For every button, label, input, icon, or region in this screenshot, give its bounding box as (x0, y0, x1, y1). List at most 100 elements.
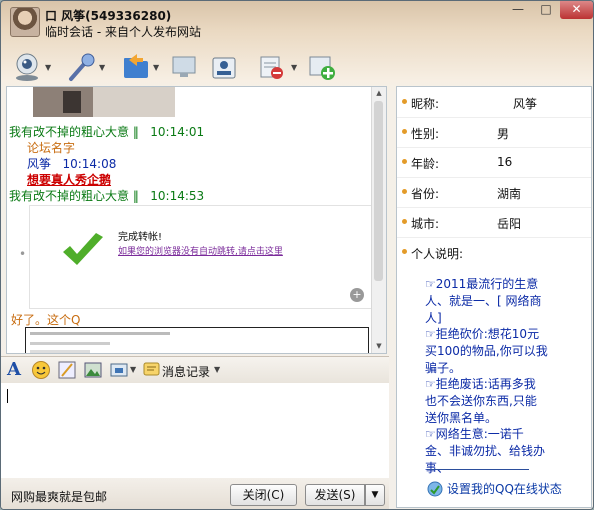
voice-call-button[interactable] (67, 51, 97, 83)
send-button[interactable]: 发送(S) (305, 484, 365, 506)
chat-scrollbar[interactable]: ▲ ▼ (371, 87, 386, 353)
field-value: 风筝 (513, 97, 538, 111)
bullet-icon (402, 129, 407, 134)
chevron-down-icon[interactable]: ▼ (214, 365, 220, 374)
description-line: 骗子。 (425, 361, 462, 375)
field-value: 男 (497, 127, 510, 141)
add-app-button[interactable] (307, 51, 337, 83)
bullet-icon: • (19, 247, 27, 261)
qq-chat-window: 口 风筝(549336280) 临时会话 - 来自个人发布网站 — □ ✕ ▼ … (0, 0, 594, 510)
scrollbar-thumb[interactable] (374, 101, 383, 281)
checkmark-icon (63, 233, 103, 265)
magic-pen-icon[interactable] (57, 360, 77, 380)
description-line: ☞网络生意:一诺千 (425, 427, 524, 441)
bullet-icon (402, 249, 407, 254)
contact-name: 口 风筝(549336280) (45, 9, 172, 23)
chevron-down-icon[interactable]: ▼ (45, 63, 51, 72)
sender-name: 我有改不掉的粗心大意 ‖ (9, 125, 139, 139)
text-cursor (7, 389, 8, 403)
close-button[interactable]: 关闭(C) (230, 484, 297, 506)
chevron-down-icon[interactable]: ▼ (130, 365, 136, 374)
sender-name: 我有改不掉的粗心大意 ‖ (9, 189, 139, 203)
application-button[interactable] (209, 51, 239, 83)
field-label: 昵称: (411, 97, 440, 111)
message-text: 想要真人秀企鹅 (27, 173, 112, 187)
close-window-button[interactable]: ✕ (560, 1, 593, 19)
webcam-icon (16, 53, 38, 81)
video-call-button[interactable] (13, 51, 43, 83)
chevron-down-icon[interactable]: ▼ (153, 63, 159, 72)
set-qq-status-link[interactable]: 设置我的QQ在线状态 (447, 480, 562, 497)
scroll-down-icon[interactable]: ▼ (372, 340, 386, 353)
message-input[interactable] (1, 383, 389, 478)
zoom-in-icon[interactable]: + (350, 288, 364, 302)
description-line: 也不会送你东西,只能 (425, 394, 537, 408)
field-value: 岳阳 (497, 217, 522, 231)
ad-link[interactable]: 网购最爽就是包邮 (11, 488, 107, 505)
profile-row-gender: 性别: 男 (397, 117, 591, 148)
message-header: 我有改不掉的粗心大意 ‖ 10:14:53 (9, 187, 204, 204)
monitor-icon (172, 56, 196, 77)
profile-row-description: 个人说明: (397, 237, 591, 267)
field-value: 湖南 (497, 187, 522, 201)
divider (427, 469, 529, 470)
message-log-button[interactable]: 消息记录 (162, 363, 210, 380)
bullet-icon (402, 99, 407, 104)
profile-row-city: 城市: 岳阳 (397, 207, 591, 238)
bullet-icon (402, 219, 407, 224)
description-line: 买100的物品,你可以我 (425, 344, 548, 358)
redirect-link[interactable]: 如果您的浏览器没有自动跳转,请点击这里 (118, 244, 283, 257)
description-line: 人、就是一、[ 网络商 (425, 294, 542, 308)
bullet-icon (402, 189, 407, 194)
send-options-chevron-icon[interactable]: ▼ (365, 484, 385, 506)
font-icon[interactable]: A (7, 359, 21, 380)
contact-card-icon (212, 57, 236, 79)
block-button[interactable] (257, 51, 287, 83)
description-line: 人] (425, 311, 442, 325)
add-plus-icon (309, 56, 335, 80)
session-subtitle: 临时会话 - 来自个人发布网站 (45, 25, 201, 39)
bullet-icon (402, 159, 407, 164)
title-bar[interactable]: 口 风筝(549336280) 临时会话 - 来自个人发布网站 — □ ✕ (1, 1, 593, 41)
pasted-screenshot[interactable] (25, 327, 369, 353)
sender-name: 风筝 (27, 157, 52, 171)
description-line: ☞2011最流行的生意 (425, 277, 539, 291)
card-title: 完成转帐! (118, 232, 163, 243)
format-toolbar: A ▼ 消息记录 ▼ (1, 356, 389, 383)
message-text: 好了。这个Q (11, 313, 81, 327)
field-value: 16 (497, 155, 513, 169)
maximize-button[interactable]: □ (532, 1, 560, 19)
field-label: 性别: (411, 127, 440, 141)
message-header: 我有改不掉的粗心大意 ‖ 10:14:01 (9, 123, 204, 140)
contact-profile-panel: 昵称: 风筝 性别: 男 年龄: 16 省份: 湖南 城市: 岳阳 个人说明: … (396, 86, 592, 508)
chevron-down-icon[interactable]: ▼ (291, 63, 297, 72)
profile-row-age: 年龄: 16 (397, 147, 591, 178)
screenshot-icon[interactable] (109, 360, 129, 380)
profile-row-nickname: 昵称: 风筝 (397, 87, 591, 118)
description-line: 金、非诚勿扰、给钱办 (425, 444, 546, 458)
chevron-down-icon[interactable]: ▼ (99, 63, 105, 72)
message-log-icon[interactable] (143, 361, 161, 379)
description-line: ☞拒绝砍价:想花10元 (425, 327, 540, 341)
message-text: 论坛名字 (27, 141, 76, 155)
avatar[interactable] (10, 7, 40, 37)
minimize-button[interactable]: — (504, 1, 532, 19)
top-toolbar: ▼ ▼ ▼ ▼ (9, 51, 339, 85)
profile-row-province: 省份: 湖南 (397, 177, 591, 208)
field-label: 城市: (411, 217, 440, 231)
emoticon-icon[interactable] (31, 360, 51, 380)
shared-photo[interactable] (33, 87, 175, 117)
message-history[interactable]: 我有改不掉的粗心大意 ‖ 10:14:01 论坛名字 风筝 10:14:08 想… (6, 86, 387, 354)
image-icon[interactable] (83, 360, 103, 380)
payment-screenshot[interactable]: 完成转帐! 如果您的浏览器没有自动跳转,请点击这里 + (29, 205, 373, 309)
send-file-button[interactable] (121, 51, 151, 83)
microphone-icon (69, 53, 95, 81)
field-label: 年龄: (411, 157, 440, 171)
bottom-bar: 网购最爽就是包邮 关闭(C) 发送(S) ▼ (1, 479, 389, 509)
remote-assist-button[interactable] (169, 51, 199, 83)
scroll-up-icon[interactable]: ▲ (372, 87, 386, 100)
field-label: 个人说明: (411, 247, 464, 261)
description-line: 送你黑名单。 (425, 411, 498, 425)
qq-status-icon (427, 481, 443, 497)
message-time: 10:14:01 (150, 125, 205, 139)
